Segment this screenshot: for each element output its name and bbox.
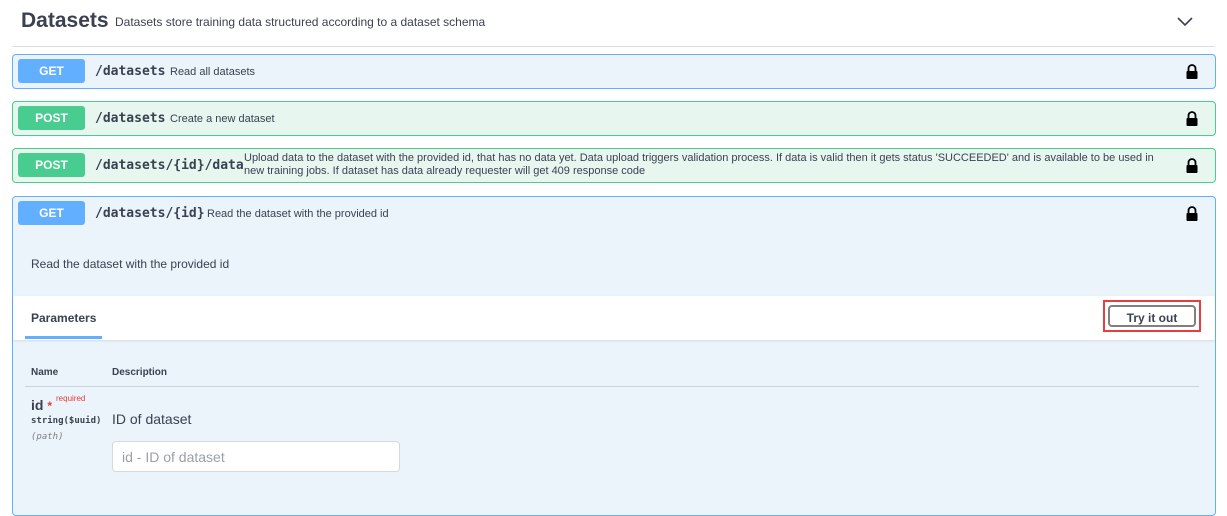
- method-badge: POST: [18, 153, 85, 177]
- parameters-bar: Parameters Try it out: [13, 296, 1215, 340]
- parameter-location: (path): [31, 432, 64, 442]
- operation-post-datasets: POST /datasets Create a new dataset: [12, 101, 1216, 136]
- operation-path: /datasets/{id}: [95, 206, 205, 221]
- parameter-description: ID of dataset: [112, 411, 192, 427]
- operation-summary[interactable]: GET /datasets Read all datasets: [13, 55, 1215, 89]
- id-input[interactable]: [112, 441, 400, 472]
- required-label: required: [56, 394, 86, 403]
- column-header-name: Name: [31, 367, 59, 378]
- parameter-name-text: id: [31, 397, 44, 413]
- operation-summary-text: Read all datasets: [170, 66, 255, 78]
- lock-icon[interactable]: [1185, 64, 1199, 80]
- operation-path: /datasets: [95, 111, 166, 126]
- parameter-type: string($uuid): [31, 416, 102, 426]
- section-title: Datasets: [21, 9, 109, 32]
- operation-path: /datasets: [95, 64, 166, 79]
- operation-summary[interactable]: GET /datasets/{id} Read the dataset with…: [13, 197, 1215, 231]
- operation-description: Read the dataset with the provided id: [31, 257, 230, 271]
- tab-parameters[interactable]: Parameters: [25, 296, 103, 339]
- lock-icon[interactable]: [1185, 158, 1199, 174]
- method-badge: GET: [18, 201, 85, 225]
- operation-post-datasets-id-data: POST /datasets/{id}/data Upload data to …: [12, 148, 1216, 183]
- chevron-down-icon[interactable]: [1175, 12, 1195, 32]
- method-badge: POST: [18, 106, 85, 130]
- lock-icon[interactable]: [1185, 111, 1199, 127]
- operation-summary[interactable]: POST /datasets Create a new dataset: [13, 102, 1215, 136]
- method-badge: GET: [18, 59, 85, 83]
- try-it-out-highlight: Try it out: [1103, 300, 1201, 332]
- operation-get-datasets: GET /datasets Read all datasets: [12, 54, 1216, 89]
- required-star: *: [47, 399, 53, 413]
- column-header-description: Description: [112, 367, 168, 378]
- operation-body: Read the dataset with the provided id Pa…: [13, 231, 1215, 515]
- operation-summary[interactable]: POST /datasets/{id}/data Upload data to …: [13, 149, 1215, 183]
- operation-summary-text: Read the dataset with the provided id: [207, 208, 389, 220]
- try-it-out-button[interactable]: Try it out: [1108, 305, 1196, 327]
- section-description: Datasets store training data structured …: [115, 15, 486, 29]
- column-divider: [25, 386, 1199, 387]
- operation-path: /datasets/{id}/data: [95, 158, 244, 173]
- operation-summary-text: Create a new dataset: [170, 113, 275, 125]
- section-header[interactable]: Datasets Datasets store training data st…: [12, 0, 1215, 47]
- operation-get-datasets-id: GET /datasets/{id} Read the dataset with…: [12, 196, 1216, 516]
- operation-summary-text: Upload data to the dataset with the prov…: [244, 152, 1154, 177]
- parameter-name: id *: [31, 397, 52, 413]
- lock-icon[interactable]: [1185, 206, 1199, 222]
